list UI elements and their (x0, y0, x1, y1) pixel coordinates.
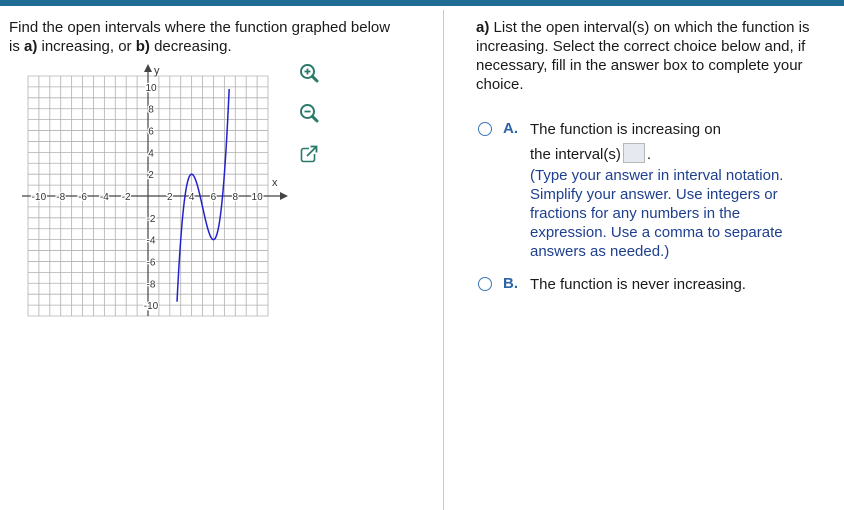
zoom-out-icon (300, 104, 319, 123)
function-curve (176, 88, 230, 302)
x-tick-label: -4 (100, 192, 109, 203)
top-bar (0, 0, 844, 6)
part-b-marker: b) (135, 38, 150, 55)
answer-instructions: (Type your answer in interval notation. … (530, 167, 784, 260)
y-tick-label: 2 (148, 170, 154, 181)
x-tick-label: -2 (122, 192, 131, 203)
x-tick-label: 2 (167, 192, 173, 203)
y-tick-label: 8 (148, 105, 154, 116)
graph-axes (22, 64, 288, 316)
y-tick-label: 6 (148, 127, 154, 138)
y-tick-label: -6 (147, 257, 156, 268)
x-tick-label: -10 (32, 192, 47, 203)
choice-a-content: The function is increasing on the interv… (530, 120, 820, 261)
choice-b-letter: B. (503, 275, 518, 292)
part-a-prompt-text: List the open interval(s) on which the f… (476, 19, 810, 93)
choice-b-text: The function is never increasing. (530, 276, 746, 293)
y-tick-label: -8 (147, 279, 156, 290)
y-tick-label: 4 (148, 148, 154, 159)
x-tick-label: 4 (189, 192, 195, 203)
x-axis-label: x (272, 177, 278, 189)
choice-a-radio[interactable] (478, 122, 492, 136)
panel-divider (443, 10, 444, 510)
x-tick-label: 8 (232, 192, 238, 203)
zoom-in-button[interactable] (298, 62, 320, 84)
choice-b-radio[interactable] (478, 277, 492, 291)
part-a-prompt: a) List the open interval(s) on which th… (476, 18, 831, 94)
zoom-out-button[interactable] (298, 102, 320, 124)
choice-a-line-2: the interval(s) (530, 146, 621, 163)
function-graph: -10 -8 -6 -4 -2 2 4 6 8 10 10 8 6 4 2 -2 -4 -6 -8 -10 x y (22, 64, 288, 317)
y-tick-label: -2 (147, 214, 156, 225)
y-tick-label: -4 (147, 236, 156, 247)
y-axis-arrow (144, 64, 152, 72)
popout-icon (300, 145, 318, 163)
y-tick-label: -10 (144, 301, 159, 312)
question-text: Find the open intervals where the functi… (9, 19, 391, 55)
choice-a-line-1: The function is increasing on (530, 121, 721, 138)
x-tick-label: -6 (78, 192, 87, 203)
y-axis-label: y (154, 65, 160, 77)
zoom-in-icon (300, 64, 319, 83)
interval-answer-box[interactable] (622, 143, 645, 163)
part-a-marker: a) (24, 38, 38, 55)
popout-button[interactable] (298, 143, 320, 165)
x-tick-label: 6 (211, 192, 217, 203)
x-axis-arrow (280, 192, 288, 200)
question-line-1: Find the open intervals where the functi… (9, 19, 391, 36)
part-a-label: a) (476, 19, 490, 36)
y-tick-label: 10 (145, 83, 157, 94)
x-tick-label: 10 (252, 192, 264, 203)
x-tick-label: -8 (56, 192, 65, 203)
choice-a-letter: A. (503, 120, 518, 137)
